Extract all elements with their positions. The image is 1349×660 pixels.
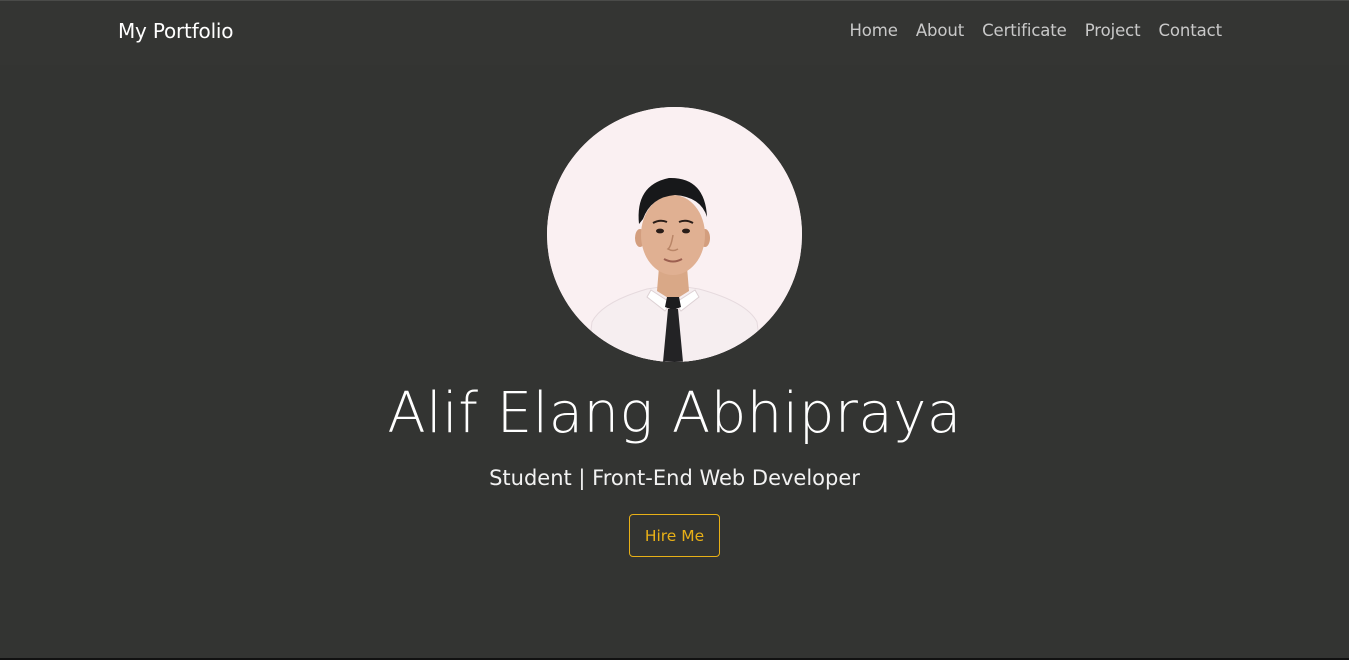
person-name: Alif Elang Abhipraya — [387, 381, 962, 446]
hire-me-button[interactable]: Hire Me — [629, 514, 720, 557]
nav-link-project[interactable]: Project — [1085, 21, 1141, 40]
person-illustration — [547, 107, 802, 362]
profile-photo — [547, 107, 802, 362]
hero-section: Alif Elang Abhipraya Student | Front-End… — [0, 65, 1349, 658]
tagline: Student | Front-End Web Developer — [489, 466, 860, 490]
nav-link-home[interactable]: Home — [850, 21, 898, 40]
brand-link[interactable]: My Portfolio — [118, 19, 234, 43]
nav-menu: Home About Certificate Project Contact — [850, 21, 1223, 40]
nav-link-contact[interactable]: Contact — [1159, 21, 1223, 40]
navbar: My Portfolio Home About Certificate Proj… — [0, 1, 1349, 65]
nav-link-certificate[interactable]: Certificate — [982, 21, 1067, 40]
nav-link-about[interactable]: About — [916, 21, 964, 40]
